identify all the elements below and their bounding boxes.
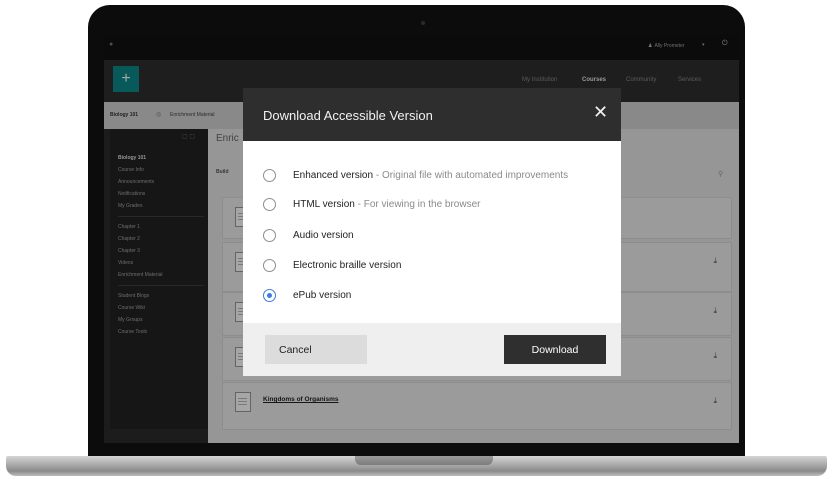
download-button[interactable]: Download (504, 335, 606, 364)
option-label: ePub version (293, 290, 352, 301)
option-audio-version[interactable]: Audio version (263, 228, 613, 246)
laptop-notch (355, 456, 493, 465)
option-label: Enhanced version (293, 170, 374, 181)
radio-button[interactable] (263, 198, 276, 211)
radio-button-selected[interactable] (263, 289, 276, 302)
cancel-button[interactable]: Cancel (265, 335, 367, 364)
dialog-title: Download Accessible Version (263, 108, 433, 123)
radio-button[interactable] (263, 169, 276, 182)
dialog-header: Download Accessible Version ✕ (243, 88, 621, 141)
option-description: - For viewing in the browser (354, 199, 481, 210)
close-icon[interactable]: ✕ (593, 102, 608, 123)
option-electronic-braille-version[interactable]: Electronic braille version (263, 258, 613, 276)
dialog-footer: Cancel Download (243, 323, 621, 376)
option-description: - Original file with automated improveme… (373, 170, 569, 181)
option-label: HTML version (293, 199, 355, 210)
laptop-screen: ● ♟ Ally Prometer ▾ ⏻ + My Institution Co… (104, 35, 739, 443)
option-label: Audio version (293, 230, 354, 241)
radio-button[interactable] (263, 229, 276, 242)
radio-button[interactable] (263, 259, 276, 272)
download-accessible-version-dialog: Download Accessible Version ✕ Enhanced v… (243, 88, 621, 376)
option-label: Electronic braille version (293, 260, 402, 271)
camera (421, 21, 425, 25)
option-html-version[interactable]: HTML version - For viewing in the browse… (263, 197, 613, 215)
option-epub-version[interactable]: ePub version (263, 288, 613, 306)
option-enhanced-version[interactable]: Enhanced version - Original file with au… (263, 168, 613, 186)
